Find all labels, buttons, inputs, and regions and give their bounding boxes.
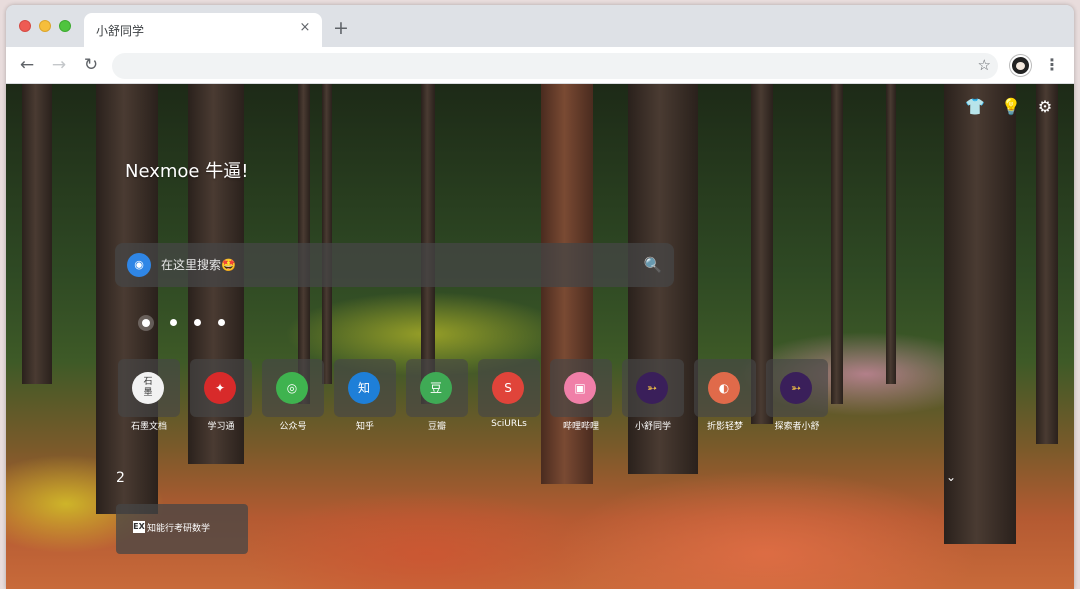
shortcut-tile[interactable]: ➳ 探索者小舒 (766, 359, 828, 432)
theme-shirt-icon[interactable]: 👕 (964, 96, 986, 118)
shortcut-label: 公众号 (279, 422, 307, 432)
shortcut-tile-box[interactable]: ◎ (262, 359, 324, 417)
background-tree (22, 84, 52, 384)
shortcut-tile-box[interactable]: ✦ (190, 359, 252, 417)
maximize-window-button[interactable] (59, 20, 71, 32)
page-dot-3[interactable] (194, 319, 201, 326)
page-dot-2[interactable] (170, 319, 177, 326)
search-icon[interactable]: 🔍 (642, 254, 664, 276)
shortcut-label: 豆瓣 (427, 422, 446, 432)
close-window-button[interactable] (19, 20, 31, 32)
shortcut-icon: 知 (348, 372, 380, 404)
shortcut-label: 探索者小舒 (774, 422, 820, 432)
minimize-window-button[interactable] (39, 20, 51, 32)
folder-number: 2 (116, 470, 125, 486)
shortcut-label: 小舒同学 (634, 422, 671, 432)
background-tree (886, 84, 896, 384)
shortcut-tile-box[interactable]: ▣ (550, 359, 612, 417)
settings-gear-icon[interactable]: ⚙ (1034, 96, 1056, 118)
address-bar[interactable]: ☆ (112, 53, 998, 79)
shortcut-tile[interactable]: 豆豆瓣 (406, 359, 468, 432)
reload-button[interactable]: ↻ (79, 53, 103, 77)
shortcut-label: 哔哩哔哩 (562, 422, 599, 432)
new-tab-button[interactable]: + (333, 18, 349, 38)
shortcut-label: 折影轻梦 (706, 422, 743, 432)
shortcut-icon: ◎ (276, 372, 308, 404)
shortcut-icon: ✦ (204, 372, 236, 404)
tips-bulb-icon[interactable]: 💡 (1000, 96, 1022, 118)
bookmark-star-icon[interactable]: ☆ (978, 56, 991, 74)
background-tree (322, 84, 332, 384)
search-engine-icon[interactable]: ◉ (127, 253, 151, 277)
search-bar: ◉ 🔍 (115, 243, 674, 287)
shortcut-icon: ▣ (564, 372, 596, 404)
shortcut-label: SciURLs (491, 419, 527, 429)
browser-window: 小舒同学 × + ← → ↻ ☆ ⋮ 👕 💡 ⚙ Nexmoe 牛逼! ◉ 在这… (6, 5, 1074, 589)
browser-menu-button[interactable]: ⋮ (1040, 53, 1064, 77)
ex-logo-icon: EX (133, 521, 145, 533)
background-tree (1036, 84, 1058, 444)
tab-close-icon[interactable]: × (296, 19, 314, 37)
search-input[interactable] (161, 255, 621, 275)
shortcut-label: 知乎 (355, 422, 374, 432)
shortcut-icon: ➳ (780, 372, 812, 404)
folder-item[interactable]: EX 知能行考研数学 (116, 504, 248, 554)
shortcut-icon: 石墨 (132, 372, 164, 404)
shortcut-tile-box[interactable]: 知 (334, 359, 396, 417)
browser-toolbar: ← → ↻ ☆ ⋮ (6, 47, 1074, 84)
tab-strip: 小舒同学 × + (6, 5, 1074, 47)
shortcut-tile[interactable]: ➳ 小舒同学 (622, 359, 684, 432)
background-tree (96, 84, 158, 514)
forward-button[interactable]: → (47, 53, 71, 77)
shortcut-tile[interactable]: 石墨 石墨文档 (118, 359, 180, 432)
folder-item-label: 知能行考研数学 (147, 524, 211, 534)
shortcut-tile[interactable]: ✦ 学习通 (190, 359, 252, 432)
tab-title: 小舒同学 (96, 24, 145, 38)
shortcut-tile[interactable]: ◐ 折影轻梦 (694, 359, 756, 432)
page-dot-4[interactable] (218, 319, 225, 326)
shortcut-tile[interactable]: S SciURLs (478, 359, 540, 431)
shortcut-tile[interactable]: 知知乎 (334, 359, 396, 432)
shortcut-icon: S (492, 372, 524, 404)
shortcut-label: 学习通 (207, 422, 235, 432)
shortcut-icon: ➳ (636, 372, 668, 404)
shortcut-icon: 豆 (420, 372, 452, 404)
page-dot-1[interactable] (138, 315, 154, 331)
shortcut-tile-box[interactable]: ➳ (622, 359, 684, 417)
shortcut-tile-box[interactable]: ➳ (766, 359, 828, 417)
shortcut-tile-box[interactable]: 豆 (406, 359, 468, 417)
greeting-text: Nexmoe 牛逼! (125, 161, 249, 182)
background-tree (831, 84, 843, 404)
tab-active[interactable]: 小舒同学 × (84, 13, 322, 47)
shortcut-tile-box[interactable]: 石墨 (118, 359, 180, 417)
shortcut-label: 石墨文档 (130, 422, 167, 432)
back-button[interactable]: ← (15, 53, 39, 77)
chevron-down-icon[interactable]: ⌄ (946, 470, 956, 484)
new-tab-page: 👕 💡 ⚙ Nexmoe 牛逼! ◉ 🔍 石墨石墨文档✦学习通◎公众号知知乎豆豆… (6, 84, 1074, 589)
shortcut-tile[interactable]: ▣ 哔哩哔哩 (550, 359, 612, 432)
shortcut-tile-box[interactable]: S (478, 359, 540, 417)
shortcut-tile[interactable]: ◎ 公众号 (262, 359, 324, 432)
profile-avatar[interactable] (1010, 55, 1031, 76)
shortcut-tile-box[interactable]: ◐ (694, 359, 756, 417)
shortcut-icon: ◐ (708, 372, 740, 404)
